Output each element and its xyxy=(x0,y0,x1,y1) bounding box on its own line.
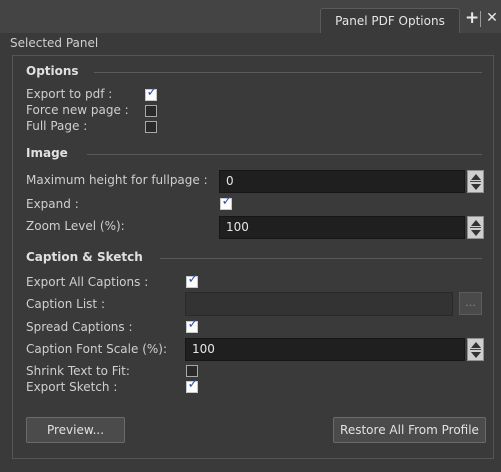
shrink-text-label: Shrink Text to Fit: xyxy=(26,364,130,378)
section-divider xyxy=(94,72,482,73)
check-mark-icon: ✓ xyxy=(221,194,233,209)
export-all-captions-label: Export All Captions : xyxy=(26,275,149,289)
full-page-checkbox[interactable] xyxy=(145,121,157,133)
expand-checkbox[interactable]: ✓ xyxy=(220,194,233,210)
section-divider xyxy=(160,258,482,259)
export-all-captions-checkbox[interactable]: ✓ xyxy=(186,272,199,288)
restore-all-from-profile-button[interactable]: Restore All From Profile xyxy=(333,417,486,443)
caption-font-scale-spinner[interactable] xyxy=(467,338,484,361)
spread-captions-checkbox[interactable]: ✓ xyxy=(186,317,199,333)
force-new-page-label: Force new page : xyxy=(26,103,129,117)
export-to-pdf-checkbox[interactable]: ✓ xyxy=(145,85,158,101)
section-title-image: Image xyxy=(26,146,68,160)
check-mark-icon: ✓ xyxy=(187,377,199,392)
section-title-caption-sketch: Caption & Sketch xyxy=(26,250,143,264)
caption-font-scale-input[interactable]: 100 xyxy=(185,338,465,361)
expand-label: Expand : xyxy=(26,197,79,211)
check-mark-icon: ✓ xyxy=(146,85,158,100)
preview-button[interactable]: Preview... xyxy=(26,417,125,443)
zoom-level-label: Zoom Level (%): xyxy=(26,219,125,233)
shrink-text-checkbox[interactable] xyxy=(186,365,198,377)
force-new-page-checkbox[interactable] xyxy=(145,105,157,117)
max-height-input[interactable]: 0 xyxy=(219,170,465,193)
caption-list-field[interactable] xyxy=(185,292,453,316)
export-to-pdf-label: Export to pdf : xyxy=(26,87,113,101)
plus-icon[interactable]: + xyxy=(465,7,479,29)
zoom-level-input[interactable]: 100 xyxy=(219,216,465,239)
tab-panel-pdf-options[interactable]: Panel PDF Options xyxy=(320,8,460,33)
full-page-label: Full Page : xyxy=(26,119,88,133)
max-height-label: Maximum height for fullpage : xyxy=(26,173,208,187)
caption-list-browse-button[interactable]: ... xyxy=(459,292,482,315)
section-divider xyxy=(87,154,482,155)
zoom-level-spinner[interactable] xyxy=(467,216,484,239)
check-mark-icon: ✓ xyxy=(187,272,199,287)
spread-captions-label: Spread Captions : xyxy=(26,320,133,334)
section-title-options: Options xyxy=(26,64,79,78)
close-icon[interactable]: ✕ xyxy=(485,7,499,29)
max-height-spinner[interactable] xyxy=(467,170,484,193)
caption-font-scale-label: Caption Font Scale (%): xyxy=(26,342,167,356)
check-mark-icon: ✓ xyxy=(187,317,199,332)
caption-list-label: Caption List : xyxy=(26,297,105,311)
selected-panel-label: Selected Panel xyxy=(10,36,99,50)
export-sketch-checkbox[interactable]: ✓ xyxy=(186,377,199,393)
export-sketch-label: Export Sketch : xyxy=(26,380,118,394)
tab-separator xyxy=(480,11,481,27)
